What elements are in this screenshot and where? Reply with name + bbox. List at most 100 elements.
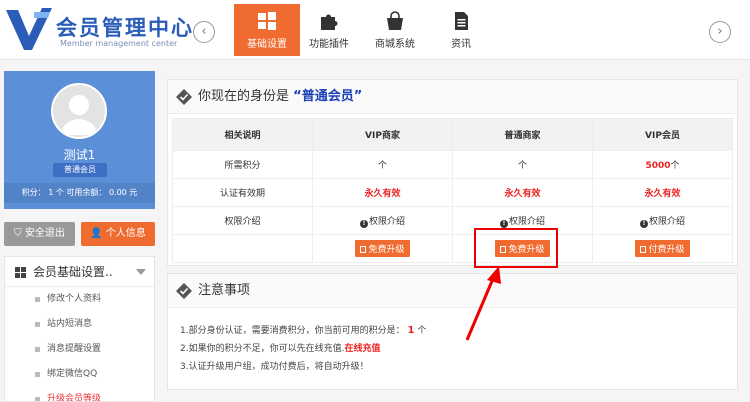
user-icon: 👤 bbox=[90, 228, 106, 239]
note-line-2: 2.如果你的积分不足，你可以先在线充值.在线充值 bbox=[180, 340, 737, 358]
permission-link[interactable]: ! 权限介绍 bbox=[312, 206, 453, 235]
shopping-bag-icon bbox=[387, 11, 403, 30]
document-icon bbox=[360, 246, 367, 253]
row-label: 权限介绍 bbox=[172, 206, 313, 235]
sidebar-item-label: 修改个人资料 bbox=[47, 294, 102, 304]
logo-title: 会员管理中心 bbox=[56, 16, 194, 40]
logo[interactable]: 会员管理中心 Member management center bbox=[4, 6, 192, 54]
sidebar-item-upgrade-level[interactable]: 升级会员等级 bbox=[5, 387, 154, 402]
info-icon: ! bbox=[639, 219, 648, 228]
points-unit: 个 bbox=[417, 326, 427, 336]
recharge-online-link[interactable]: 在线充值 bbox=[344, 344, 380, 354]
windows-icon bbox=[15, 267, 26, 278]
note-text: 2.如果你的积分不足，你可以先在线充值. bbox=[180, 344, 345, 354]
table-row-validity: 认证有效期 永久有效 永久有效 永久有效 bbox=[172, 178, 733, 207]
square-bullet-icon bbox=[35, 297, 40, 302]
diamond-check-icon bbox=[176, 89, 192, 105]
nav-label: 商城系统 bbox=[375, 39, 415, 50]
nav-next-button[interactable]: › bbox=[709, 21, 731, 43]
points-value: 5000 bbox=[645, 161, 671, 171]
chevron-down-icon bbox=[136, 269, 146, 275]
empty-cell bbox=[172, 234, 313, 263]
square-bullet-icon bbox=[35, 322, 40, 327]
identity-panel-title: 你现在的身份是 “普通会员” bbox=[168, 80, 737, 114]
member-level-badge: 普通会员 bbox=[53, 163, 107, 177]
points-value: 个 bbox=[452, 150, 593, 179]
logout-button[interactable]: ⛉ 安全退出 bbox=[4, 222, 75, 246]
diamond-check-icon bbox=[176, 283, 192, 299]
nav-prev-button[interactable]: ‹ bbox=[193, 21, 215, 43]
sidebar-item-edit-profile[interactable]: 修改个人资料 bbox=[5, 287, 154, 312]
sidebar-item-bind-wechat-qq[interactable]: 绑定微信QQ bbox=[5, 362, 154, 387]
notes-panel: 注意事项 1.部分身份认证，需要消费积分，你当前可用的积分是： 1 个 2.如果… bbox=[167, 273, 738, 390]
permission-link[interactable]: ! 权限介绍 bbox=[592, 206, 733, 235]
sidebar-item-label: 升级会员等级 bbox=[47, 394, 102, 402]
validity-value: 永久有效 bbox=[452, 178, 593, 207]
sidebar-item-messages[interactable]: 站内短消息 bbox=[5, 312, 154, 337]
permission-link-label: 权限介绍 bbox=[508, 216, 545, 227]
paid-upgrade-button-vip-member[interactable]: 付费升级 bbox=[635, 240, 690, 257]
notes-list: 1.部分身份认证，需要消费积分，你当前可用的积分是： 1 个 2.如果你的积分不… bbox=[168, 308, 737, 376]
nav-tab-news[interactable]: 资讯 bbox=[428, 4, 494, 56]
sidebar-item-label: 站内短消息 bbox=[47, 319, 93, 329]
note-text: 3.认证升级用户组，成功付费后，将自动升级！ bbox=[180, 362, 369, 372]
shield-icon: ⛉ bbox=[14, 228, 25, 239]
square-bullet-icon bbox=[35, 372, 40, 377]
annotation-arrow-icon bbox=[465, 266, 501, 341]
available-points: 1 bbox=[407, 325, 415, 336]
account-stats: 积分： 1 个 可用余额： 0.00 元 bbox=[4, 183, 155, 203]
note-line-1: 1.部分身份认证，需要消费积分，你当前可用的积分是： 1 个 bbox=[180, 322, 737, 340]
notes-panel-title: 注意事项 bbox=[168, 274, 737, 308]
column-header: VIP商家 bbox=[312, 118, 453, 151]
square-bullet-icon bbox=[35, 397, 40, 401]
table-row-upgrade: 免费升级 免费升级 付费升级 bbox=[172, 234, 733, 263]
table-row-points: 所需积分 个 个 5000个 bbox=[172, 150, 733, 179]
column-header: VIP会员 bbox=[592, 118, 733, 151]
profile-info-button[interactable]: 👤 个人信息 bbox=[81, 222, 155, 246]
notes-title: 注意事项 bbox=[198, 283, 251, 298]
logo-subtitle: Member management center bbox=[60, 39, 178, 48]
user-silhouette-icon bbox=[61, 95, 97, 135]
nav-label: 基础设置 bbox=[247, 39, 287, 50]
points-cell: 5000个 bbox=[592, 150, 733, 179]
document-icon bbox=[455, 12, 468, 30]
upgrade-label: 付费升级 bbox=[648, 245, 685, 255]
info-icon: ! bbox=[499, 219, 508, 228]
permission-link-label: 权限介绍 bbox=[648, 216, 685, 227]
nav-tab-basic-settings[interactable]: 基础设置 bbox=[234, 4, 300, 56]
validity-value: 永久有效 bbox=[312, 178, 453, 207]
sidebar-item-notification-settings[interactable]: 消息提醒设置 bbox=[5, 337, 154, 362]
username: 测试1 bbox=[63, 148, 96, 162]
validity-value: 永久有效 bbox=[592, 178, 733, 207]
points-value: 个 bbox=[312, 150, 453, 179]
avatar[interactable] bbox=[51, 83, 107, 139]
sidebar-menu-header[interactable]: 会员基础设置.. bbox=[5, 257, 154, 287]
upgrade-label: 免费升级 bbox=[368, 245, 405, 255]
note-line-3: 3.认证升级用户组，成功付费后，将自动升级！ bbox=[180, 358, 737, 376]
profile-card: 测试1 普通会员 积分： 1 个 可用余额： 0.00 元 bbox=[4, 71, 155, 209]
identity-close-quote: ” bbox=[353, 89, 363, 104]
sidebar-item-label: 消息提醒设置 bbox=[47, 344, 102, 354]
nav-label: 功能插件 bbox=[309, 39, 349, 50]
logout-label: 安全退出 bbox=[24, 228, 65, 239]
sidebar-menu: 会员基础设置.. 修改个人资料 站内短消息 消息提醒设置 绑定微信QQ 升级会员… bbox=[4, 256, 155, 402]
nav-label: 资讯 bbox=[451, 39, 471, 50]
nav-tab-plugins[interactable]: 功能插件 bbox=[296, 4, 362, 56]
row-label: 认证有效期 bbox=[172, 178, 313, 207]
top-header: 会员管理中心 Member management center ‹ 基础设置 功… bbox=[0, 0, 750, 60]
row-label: 所需积分 bbox=[172, 150, 313, 179]
free-upgrade-button-vip-merchant[interactable]: 免费升级 bbox=[355, 240, 410, 257]
upgrade-cell: 付费升级 bbox=[592, 234, 733, 263]
identity-prefix: 你现在的身份是 bbox=[198, 89, 290, 104]
column-header: 相关说明 bbox=[172, 118, 313, 151]
table-header-row: 相关说明 VIP商家 普通商家 VIP会员 bbox=[172, 118, 733, 151]
nav-tab-mall[interactable]: 商城系统 bbox=[362, 4, 428, 56]
logo-v-icon bbox=[6, 8, 52, 50]
permission-link-label: 权限介绍 bbox=[368, 216, 405, 227]
identity-open-quote: “ bbox=[293, 89, 302, 104]
profile-info-label: 个人信息 bbox=[105, 228, 146, 239]
points-unit: 个 bbox=[670, 161, 680, 171]
identity-panel: 你现在的身份是 “普通会员” 相关说明 VIP商家 普通商家 VIP会员 所需积… bbox=[167, 79, 738, 266]
sidebar-item-label: 绑定微信QQ bbox=[47, 369, 98, 379]
upgrade-cell: 免费升级 bbox=[312, 234, 453, 263]
